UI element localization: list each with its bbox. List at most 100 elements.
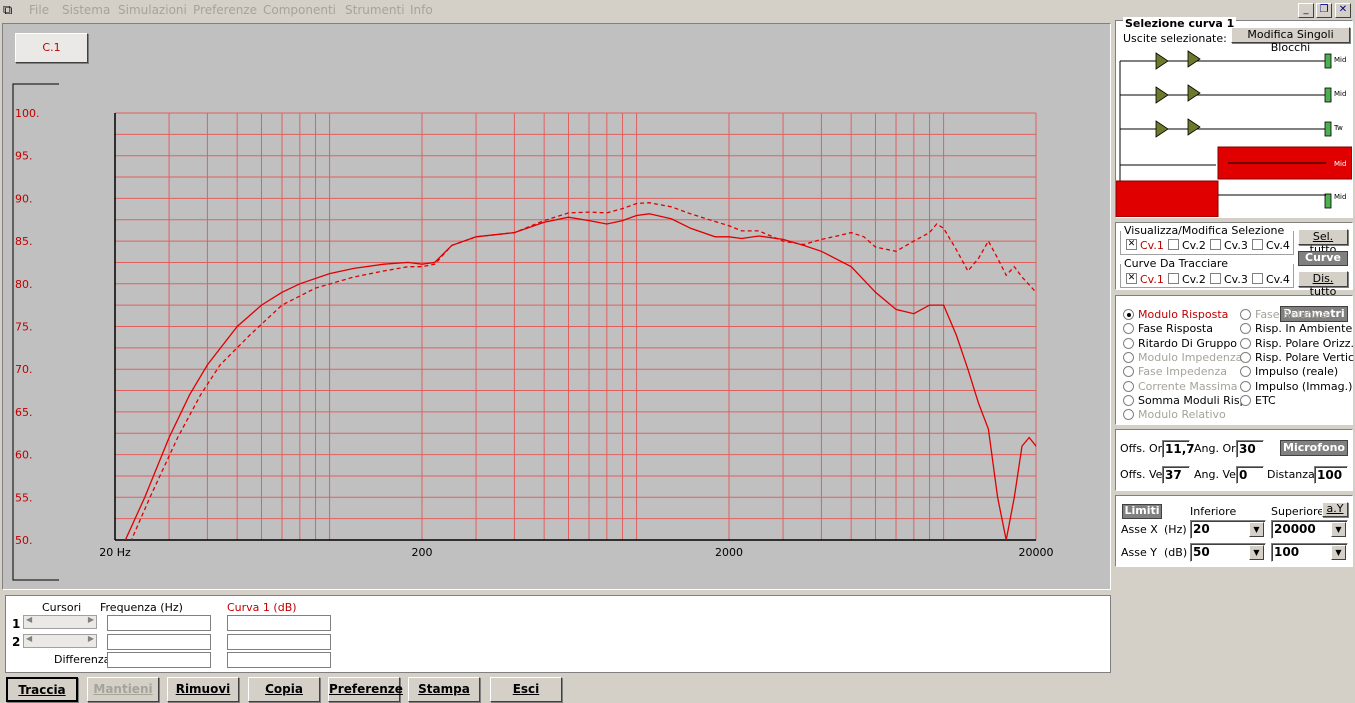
offs-ve-input[interactable]: 37 (1162, 466, 1190, 484)
restore-icon[interactable]: ❐ (1316, 3, 1332, 18)
draw-cv4-label: Cv.4 (1266, 273, 1290, 286)
y-min-select[interactable]: 50 ▼ (1190, 543, 1266, 562)
view-cv4-label: Cv.4 (1266, 239, 1290, 252)
cursor-2-freq-field[interactable] (107, 634, 211, 650)
param-radio[interactable] (1123, 351, 1134, 363)
y-max-value: 100 (1274, 545, 1300, 559)
param-radio[interactable] (1123, 337, 1134, 349)
ang-or-input[interactable]: 30 (1236, 440, 1264, 458)
param-label: ETC (1255, 393, 1276, 407)
param-radio[interactable] (1123, 394, 1134, 406)
traccia-button[interactable]: Traccia (6, 677, 78, 702)
crossover-block-diagram[interactable] (1116, 45, 1352, 217)
scroll-left-icon[interactable]: ◀ (26, 615, 32, 624)
limits-header: Limiti (1122, 504, 1162, 519)
chevron-down-icon[interactable]: ▼ (1331, 522, 1346, 537)
preferenze-button[interactable]: Preferenze (328, 677, 403, 702)
curves-panel: Visualizza/Modifica Selezione ✕ Cv.1 Cv.… (1115, 222, 1353, 298)
draw-cv3-checkbox[interactable] (1210, 273, 1221, 284)
chevron-down-icon[interactable]: ▼ (1331, 545, 1346, 560)
channel-label: Mid (1334, 90, 1347, 98)
select-all-button[interactable]: Sel. tutto (1298, 229, 1348, 256)
param-label: Fase Impedenza (1138, 365, 1227, 379)
param-label: Risp. In Ambiente (1255, 322, 1353, 336)
param-label: Risp. Polare Vertic. (1255, 350, 1355, 364)
cursor-2-db-field[interactable] (227, 634, 331, 650)
cursor-1-freq-field[interactable] (107, 615, 211, 631)
param-radio[interactable] (1123, 409, 1134, 421)
x-tick-label: 200 (412, 546, 433, 559)
param-radio[interactable] (1123, 323, 1134, 335)
y-max-select[interactable]: 100 ▼ (1271, 543, 1348, 562)
y-tick-label: 70. (15, 363, 33, 376)
param-radio[interactable] (1240, 394, 1251, 406)
y-unit-label: (dB) (1164, 546, 1188, 559)
menu-sistema[interactable]: Sistema (62, 3, 110, 17)
x-max-select[interactable]: 20000 ▼ (1271, 520, 1348, 539)
distance-input[interactable]: 100 (1314, 466, 1348, 484)
offs-or-input[interactable]: 11,7 (1162, 440, 1195, 458)
y-tick-label: 100. (15, 107, 40, 120)
param-radio[interactable] (1240, 351, 1251, 363)
view-cv4-checkbox[interactable] (1252, 239, 1263, 250)
scroll-left-icon[interactable]: ◀ (26, 634, 32, 643)
app-icon[interactable]: ⧉ (3, 3, 21, 18)
y-tick-label: 55. (15, 491, 33, 504)
menu-componenti[interactable]: Componenti (263, 3, 336, 17)
copia-button[interactable]: Copia (248, 677, 320, 702)
cursor-1-scrollbar[interactable]: ◀ ▶ (23, 615, 97, 629)
scroll-right-icon[interactable]: ▶ (88, 634, 94, 643)
menu-info[interactable]: Info (410, 3, 433, 17)
draw-cv1-checkbox[interactable]: ✕ (1126, 273, 1137, 284)
draw-cv4-checkbox[interactable] (1252, 273, 1263, 284)
chevron-down-icon[interactable]: ▼ (1249, 545, 1264, 560)
scroll-right-icon[interactable]: ▶ (88, 615, 94, 624)
auto-y-button[interactable]: a.Y (1322, 502, 1348, 517)
y-tick-label: 75. (15, 321, 33, 334)
esci-button[interactable]: Esci (490, 677, 562, 702)
draw-cv2-checkbox[interactable] (1168, 273, 1179, 284)
diff-freq-field[interactable] (107, 652, 211, 668)
channel-label: Mid (1334, 160, 1347, 168)
rimuovi-button[interactable]: Rimuovi (167, 677, 239, 702)
x-min-value: 20 (1193, 522, 1210, 536)
y-min-value: 50 (1193, 545, 1210, 559)
x-min-select[interactable]: 20 ▼ (1190, 520, 1266, 539)
param-radio[interactable] (1240, 366, 1251, 378)
stampa-button[interactable]: Stampa (408, 677, 480, 702)
close-icon[interactable]: ✕ (1335, 3, 1351, 18)
ang-or-label: Ang. Or. (1194, 442, 1239, 455)
param-radio[interactable] (1123, 309, 1134, 320)
cursor-2-scrollbar[interactable]: ◀ ▶ (23, 634, 97, 648)
param-radio[interactable] (1123, 366, 1134, 378)
deselect-all-button[interactable]: Dis. tutto (1298, 271, 1348, 298)
view-cv1-checkbox[interactable]: ✕ (1126, 239, 1137, 250)
x-unit-label: (Hz) (1164, 523, 1187, 536)
param-radio[interactable] (1240, 337, 1251, 349)
diff-db-field[interactable] (227, 652, 331, 668)
curve1-header: Curva 1 (dB) (227, 601, 297, 614)
menu-simulazioni[interactable]: Simulazioni (118, 3, 187, 17)
parameters-panel: Parametri Modulo Risposta Fase Risposta Ri… (1115, 295, 1355, 425)
microphone-panel: Microfono Offs. Or. 11,7 Ang. Or. 30 Off… (1115, 429, 1353, 491)
param-radio[interactable] (1240, 323, 1251, 335)
curve-dashed-line (130, 202, 1036, 540)
ang-ve-label: Ang. Ve. (1194, 468, 1240, 481)
param-radio[interactable] (1123, 380, 1134, 392)
minimize-icon[interactable]: _ (1298, 3, 1314, 18)
cursor-1-db-field[interactable] (227, 615, 331, 631)
param-label: Impulso (Immag.) (1255, 379, 1353, 393)
menu-strumenti[interactable]: Strumenti (345, 3, 405, 17)
param-radio[interactable] (1240, 380, 1251, 392)
view-cv3-checkbox[interactable] (1210, 239, 1221, 250)
param-radio[interactable] (1240, 309, 1251, 320)
ang-ve-input[interactable]: 0 (1236, 466, 1264, 484)
param-label: Ritardo Di Gruppo (1138, 336, 1238, 350)
menu-preferenze[interactable]: Preferenze (193, 3, 257, 17)
view-cv2-checkbox[interactable] (1168, 239, 1179, 250)
menu-file[interactable]: File (29, 3, 49, 17)
modify-blocks-button[interactable]: Modifica Singoli Blocchi (1231, 27, 1350, 54)
mantieni-button[interactable]: Mantieni (87, 677, 159, 702)
curve-c1-button[interactable]: C.1 (15, 33, 88, 63)
chevron-down-icon[interactable]: ▼ (1249, 522, 1264, 537)
